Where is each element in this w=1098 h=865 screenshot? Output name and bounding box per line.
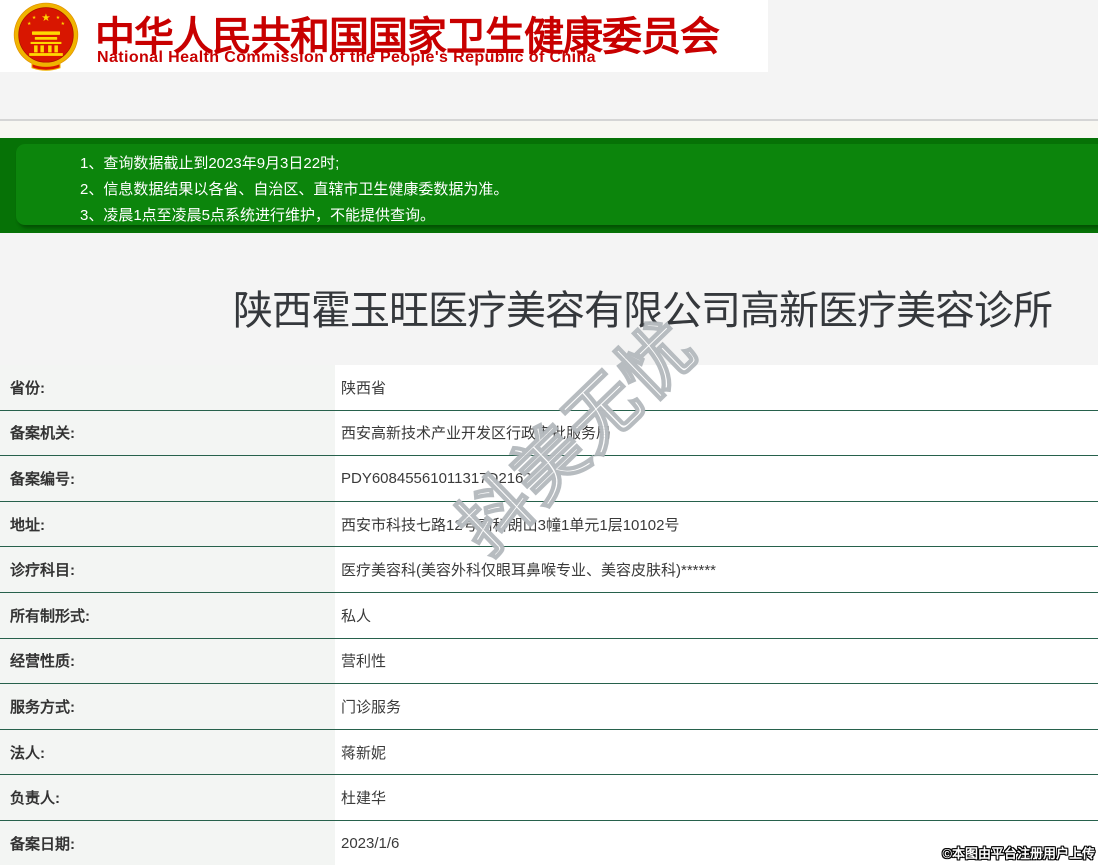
table-row-ownership: 所有制形式: 私人 — [0, 592, 1098, 639]
notice-box: 1、查询数据截止到2023年9月3日22时; 2、信息数据结果以各省、自治区、直… — [16, 144, 1098, 225]
row-label: 法人: — [0, 729, 335, 775]
row-value: 陕西省 — [335, 365, 1098, 410]
row-value: 蒋新妮 — [335, 729, 1098, 775]
row-label: 备案编号: — [0, 456, 335, 501]
table-row-filing-authority: 备案机关: 西安高新技术产业开发区行政审批服务局 — [0, 410, 1098, 457]
row-label: 所有制形式: — [0, 592, 335, 638]
notice-line-3: 3、凌晨1点至凌晨5点系统进行维护，不能提供查询。 — [80, 207, 436, 224]
page-title: 陕西霍玉旺医疗美容有限公司高新医疗美容诊所 — [233, 289, 1053, 333]
svg-text:★: ★ — [41, 12, 50, 24]
row-label: 备案日期: — [0, 820, 335, 865]
notice-line-1: 1、查询数据截止到2023年9月3日22时; — [80, 155, 340, 172]
row-value: 杜建华 — [335, 775, 1098, 820]
row-label: 地址: — [0, 501, 335, 547]
row-value: 门诊服务 — [335, 684, 1098, 729]
upload-stamp: ©本图由平台注册用户上传 — [942, 846, 1095, 861]
row-label: 服务方式: — [0, 684, 335, 729]
facility-info-table: 省份: 陕西省 备案机关: 西安高新技术产业开发区行政审批服务局 备案编号: P… — [0, 365, 1098, 865]
table-row-province: 省份: 陕西省 — [0, 365, 1098, 411]
china-national-emblem-icon: ★ ★ ★ ★ ★ — [13, 2, 79, 71]
table-row-person-in-charge: 负责人: 杜建华 — [0, 775, 1098, 821]
row-value: 医疗美容科(美容外科仅眼耳鼻喉专业、美容皮肤科)****** — [335, 547, 1098, 592]
row-value: 西安市科技七路12号高科朗山3幢1单元1层10102号 — [335, 501, 1098, 547]
row-label: 经营性质: — [0, 638, 335, 684]
header-substrip — [0, 121, 1098, 138]
table-row-service-mode: 服务方式: 门诊服务 — [0, 684, 1098, 730]
svg-text:★: ★ — [61, 21, 66, 27]
site-header: ★ ★ ★ ★ ★ 中华人民共和国国家卫生健康委员会 National Heal… — [0, 0, 768, 72]
page: ★ ★ ★ ★ ★ 中华人民共和国国家卫生健康委员会 National Heal… — [0, 0, 1098, 865]
notice-band: 1、查询数据截止到2023年9月3日22时; 2、信息数据结果以各省、自治区、直… — [0, 138, 1098, 233]
svg-text:★: ★ — [27, 21, 32, 27]
row-label: 负责人: — [0, 775, 335, 820]
table-row-filing-number: 备案编号: PDY60845561011317D2162 — [0, 456, 1098, 502]
svg-text:★: ★ — [32, 15, 37, 21]
svg-text:★: ★ — [56, 15, 61, 21]
table-row-legal-person: 法人: 蒋新妮 — [0, 729, 1098, 776]
row-value: PDY60845561011317D2162 — [335, 456, 1098, 501]
row-value: 营利性 — [335, 638, 1098, 684]
table-row-filing-date: 备案日期: 2023/1/6 — [0, 820, 1098, 865]
row-value: 西安高新技术产业开发区行政审批服务局 — [335, 410, 1098, 456]
table-row-business-nature: 经营性质: 营利性 — [0, 638, 1098, 685]
notice-line-2: 2、信息数据结果以各省、自治区、直辖市卫生健康委数据为准。 — [80, 181, 509, 198]
table-row-treatment-subjects: 诊疗科目: 医疗美容科(美容外科仅眼耳鼻喉专业、美容皮肤科)****** — [0, 547, 1098, 593]
header-title-english: National Health Commission of the People… — [97, 49, 596, 66]
row-label: 诊疗科目: — [0, 547, 335, 592]
row-value: 私人 — [335, 592, 1098, 638]
table-row-address: 地址: 西安市科技七路12号高科朗山3幢1单元1层10102号 — [0, 501, 1098, 548]
row-label: 备案机关: — [0, 410, 335, 456]
row-label: 省份: — [0, 365, 335, 410]
